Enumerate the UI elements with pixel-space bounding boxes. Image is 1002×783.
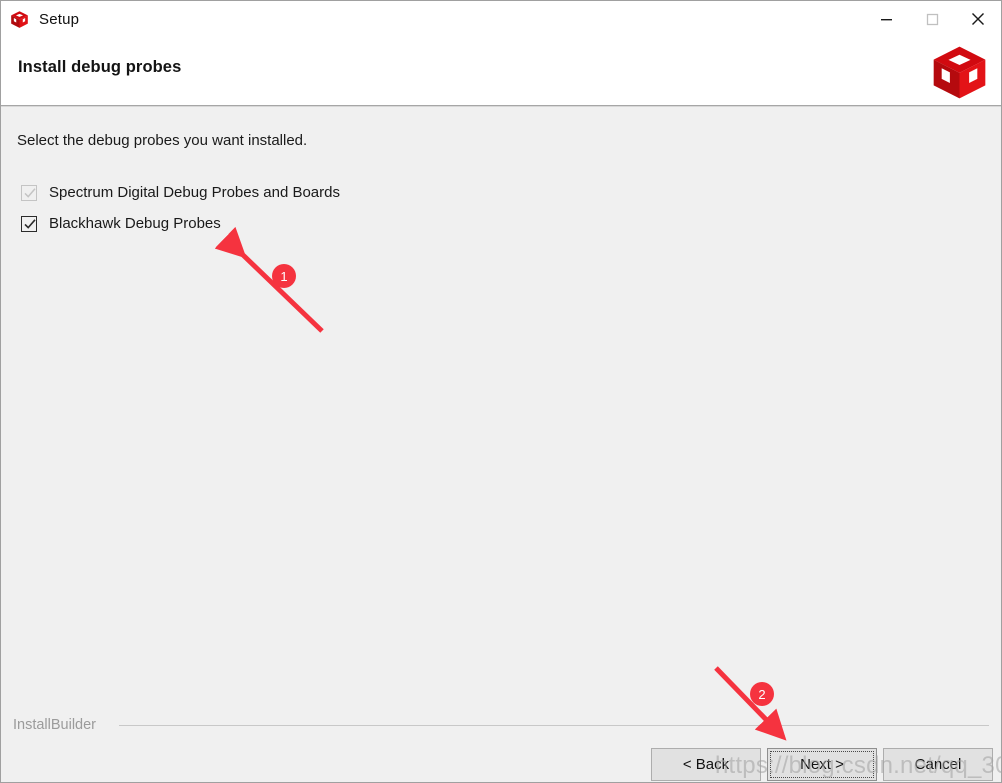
maximize-icon[interactable]	[909, 1, 955, 37]
dialog-button-row: < Back Next > Cancel	[651, 748, 993, 781]
installbuilder-brand-label: InstallBuilder	[13, 717, 97, 733]
checkbox-label-spectrum-digital: Spectrum Digital Debug Probes and Boards	[49, 184, 340, 201]
checkbox-row-spectrum-digital[interactable]: Spectrum Digital Debug Probes and Boards	[21, 177, 621, 208]
checkbox-blackhawk[interactable]	[21, 215, 37, 232]
dialog-footer: InstallBuilder < Back Next > Cancel	[1, 704, 1001, 782]
window-title: Setup	[39, 10, 80, 28]
checkbox-row-blackhawk[interactable]: Blackhawk Debug Probes	[21, 208, 621, 239]
back-button[interactable]: < Back	[651, 748, 761, 781]
checkbox-spectrum-digital	[21, 184, 37, 201]
instruction-text: Select the debug probes you want install…	[17, 132, 308, 149]
close-icon[interactable]	[955, 1, 1001, 37]
page-header: Install debug probes	[1, 37, 1001, 106]
cancel-button[interactable]: Cancel	[883, 748, 993, 781]
title-bar-left: Setup	[10, 1, 79, 37]
minimize-icon[interactable]	[863, 1, 909, 37]
page-title: Install debug probes	[18, 58, 182, 76]
next-button[interactable]: Next >	[767, 748, 877, 781]
installbuilder-cube-logo	[931, 44, 988, 101]
footer-divider	[119, 725, 989, 726]
installbuilder-cube-icon	[10, 10, 29, 29]
window-controls	[863, 1, 1001, 37]
checkbox-label-blackhawk: Blackhawk Debug Probes	[49, 215, 221, 232]
content-area: Select the debug probes you want install…	[1, 107, 1001, 782]
setup-window: Setup Install debug probes Select the de…	[0, 0, 1002, 783]
debug-probes-option-list: Spectrum Digital Debug Probes and Boards…	[21, 177, 621, 239]
title-bar: Setup	[1, 1, 1001, 37]
